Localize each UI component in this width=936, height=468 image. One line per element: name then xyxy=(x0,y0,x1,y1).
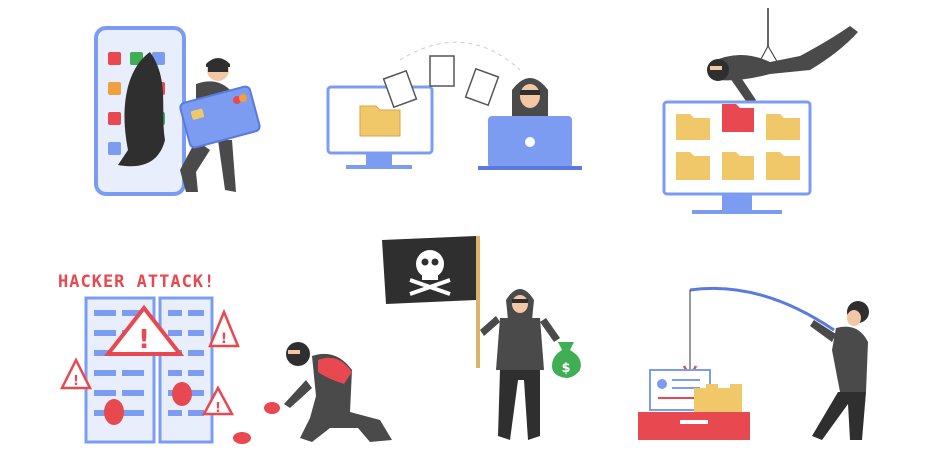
phone-card-theft-scene xyxy=(94,26,261,196)
hacker-attack-scene: ! ! ! ! xyxy=(59,296,392,444)
hanging-folder-theft-scene xyxy=(662,8,858,214)
stolen-folder-icon xyxy=(722,104,754,132)
folder-icon xyxy=(359,105,401,137)
svg-text:!: ! xyxy=(215,401,221,416)
hacker-illustration: ! ! ! ! $ HACKER ATTACK! xyxy=(0,0,936,468)
file-transfer-scene xyxy=(326,41,582,170)
hacker-attack-title: HACKER ATTACK! xyxy=(58,272,216,292)
money-symbol: $ xyxy=(561,361,570,376)
credit-card-icon xyxy=(179,85,261,149)
document-icon xyxy=(429,55,455,87)
warning-icon: ! xyxy=(208,308,240,348)
svg-text:!: ! xyxy=(138,325,150,355)
standing-hacker-figure xyxy=(480,289,560,440)
server-icon xyxy=(158,296,214,444)
hanging-hacker-figure xyxy=(707,26,858,104)
phishing-scene xyxy=(638,286,869,440)
hooded-hacker-figure xyxy=(512,78,548,118)
crouching-hacker-figure xyxy=(284,342,392,442)
illustration-svg: ! ! ! ! $ xyxy=(59,8,869,444)
svg-text:!: ! xyxy=(221,331,227,347)
document-icon xyxy=(464,67,500,107)
money-bag-icon: $ xyxy=(552,342,581,378)
pirate-flag-scene: $ xyxy=(382,236,581,440)
svg-text:!: ! xyxy=(73,374,79,389)
